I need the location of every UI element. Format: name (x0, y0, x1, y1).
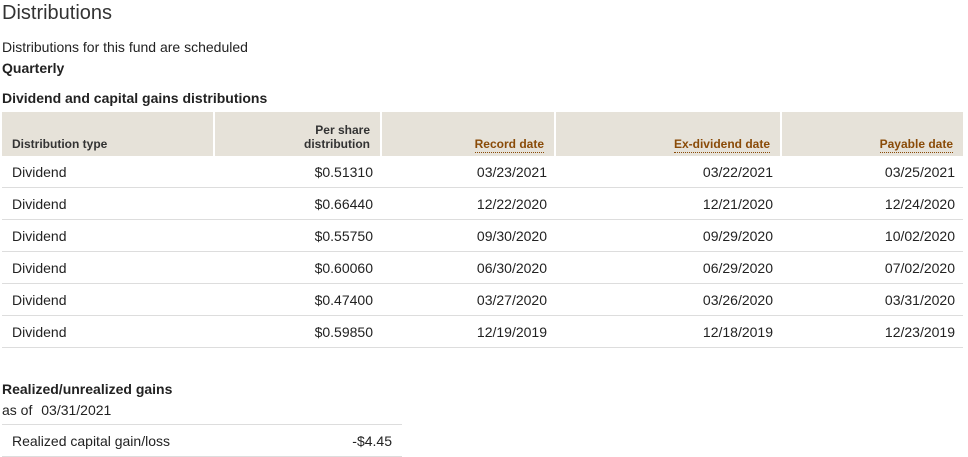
cell-per-share: $0.51310 (214, 156, 381, 188)
cell-ex-dividend-date: 03/22/2021 (555, 156, 781, 188)
cell-type: Dividend (2, 251, 214, 284)
cell-payable-date: 12/23/2019 (781, 315, 963, 348)
cell-payable-date: 03/25/2021 (781, 156, 963, 188)
cell-per-share: $0.55750 (214, 219, 381, 252)
table-header-row: Distribution type Per share distribution … (2, 112, 963, 156)
cell-record-date: 06/30/2020 (381, 251, 555, 284)
schedule-text: Distributions for this fund are schedule… (2, 39, 248, 55)
cell-per-share: $0.47400 (214, 283, 381, 316)
table-row: Realized capital gain/loss -$4.45 (2, 424, 402, 457)
cell-ex-dividend-date: 09/29/2020 (555, 219, 781, 252)
header-payable-date[interactable]: Payable date (781, 112, 963, 156)
cell-payable-date: 07/02/2020 (781, 251, 963, 284)
payable-date-tooltip-link[interactable]: Payable date (879, 137, 953, 153)
as-of-label: as of (2, 402, 33, 418)
header-record-date[interactable]: Record date (381, 112, 556, 156)
page-title: Distributions (2, 2, 113, 24)
cell-payable-date: 03/31/2020 (781, 283, 963, 316)
cell-per-share: $0.60060 (214, 251, 381, 284)
header-per-share: Per share distribution (214, 112, 382, 156)
record-date-tooltip-link[interactable]: Record date (474, 137, 544, 153)
cell-ex-dividend-date: 12/21/2020 (555, 187, 781, 220)
cell-per-share: $0.66440 (214, 187, 381, 220)
table-row: Dividend $0.59850 12/19/2019 12/18/2019 … (2, 315, 963, 348)
table-row: Dividend $0.66440 12/22/2020 12/21/2020 … (2, 187, 963, 220)
table-row: Dividend $0.60060 06/30/2020 06/29/2020 … (2, 251, 963, 284)
cell-type: Dividend (2, 315, 214, 348)
ex-dividend-date-tooltip-link[interactable]: Ex-dividend date (673, 137, 770, 153)
header-ex-dividend-date[interactable]: Ex-dividend date (555, 112, 782, 156)
schedule-frequency: Quarterly (2, 60, 65, 76)
dividend-section-title: Dividend and capital gains distributions (2, 90, 268, 106)
distributions-table: Distribution type Per share distribution … (2, 112, 963, 348)
as-of-line: as of 03/31/2021 (2, 402, 111, 418)
cell-ex-dividend-date: 12/18/2019 (555, 315, 781, 348)
table-row: Dividend $0.55750 09/30/2020 09/29/2020 … (2, 219, 963, 252)
cell-payable-date: 10/02/2020 (781, 219, 963, 252)
cell-record-date: 12/22/2020 (381, 187, 555, 220)
gain-label: Realized capital gain/loss (2, 424, 302, 457)
cell-ex-dividend-date: 06/29/2020 (555, 251, 781, 284)
cell-record-date: 03/27/2020 (381, 283, 555, 316)
cell-per-share: $0.59850 (214, 315, 381, 348)
cell-record-date: 12/19/2019 (381, 315, 555, 348)
cell-record-date: 09/30/2020 (381, 219, 555, 252)
cell-ex-dividend-date: 03/26/2020 (555, 283, 781, 316)
table-row: Dividend $0.51310 03/23/2021 03/22/2021 … (2, 156, 963, 188)
as-of-date: 03/31/2021 (41, 402, 112, 418)
gains-table: Realized capital gain/loss -$4.45 (2, 424, 402, 457)
cell-type: Dividend (2, 283, 214, 316)
gain-value: -$4.45 (301, 424, 402, 457)
cell-type: Dividend (2, 219, 214, 252)
cell-record-date: 03/23/2021 (381, 156, 555, 188)
distributions-panel: Distributions Distributions for this fun… (0, 0, 968, 457)
cell-payable-date: 12/24/2020 (781, 187, 963, 220)
cell-type: Dividend (2, 187, 214, 220)
header-distribution-type: Distribution type (2, 112, 215, 156)
cell-type: Dividend (2, 156, 214, 188)
table-row: Dividend $0.47400 03/27/2020 03/26/2020 … (2, 283, 963, 316)
gains-section-title: Realized/unrealized gains (2, 381, 173, 397)
